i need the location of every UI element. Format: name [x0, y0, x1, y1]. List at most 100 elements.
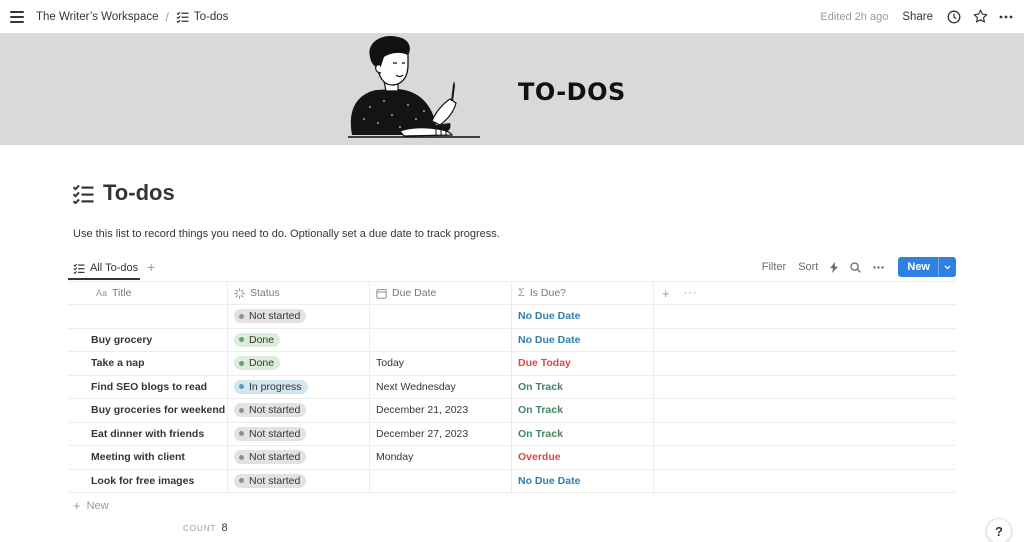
table-row[interactable]: Meeting with client Not started Monday Over… — [68, 446, 956, 470]
chevron-down-icon[interactable] — [938, 257, 956, 277]
table-row[interactable]: Eat dinner with friends Not started Decemb… — [68, 422, 956, 446]
more-icon[interactable] — [873, 265, 885, 269]
edited-timestamp: Edited 2h ago — [820, 10, 889, 23]
new-row-label: New — [86, 499, 109, 512]
status-badge[interactable]: Not started — [234, 309, 307, 324]
sort-button[interactable]: Sort — [798, 261, 818, 273]
status-dot — [239, 313, 244, 319]
cell-status[interactable]: Not started — [227, 422, 369, 445]
page-title[interactable]: To-dos — [103, 180, 175, 206]
status-badge[interactable]: Done — [234, 332, 281, 347]
lightning-icon[interactable] — [830, 261, 839, 273]
cell-title[interactable]: Buy grocery — [68, 329, 227, 352]
page-description[interactable]: Use this list to record things you need … — [73, 228, 500, 240]
filter-button[interactable]: Filter — [762, 261, 786, 273]
table-row[interactable]: Take a nap Done Today Due Today — [68, 352, 956, 376]
cell-is-due: Due Today — [511, 352, 653, 375]
cell-status[interactable]: Not started — [227, 399, 369, 422]
tab-label: All To-dos — [90, 262, 139, 274]
cell-title[interactable]: Buy groceries for weekend — [68, 399, 227, 422]
cell-is-due: On Track — [511, 375, 653, 398]
cell-empty — [653, 399, 956, 422]
checklist-icon[interactable] — [72, 184, 94, 204]
table-header: Aa Title Status Due Date Σ Is Due? + ··· — [68, 281, 956, 305]
cell-status[interactable]: Not started — [227, 305, 369, 328]
new-button[interactable]: New — [898, 257, 956, 277]
add-column-button[interactable]: + — [662, 286, 670, 301]
more-icon[interactable] — [998, 9, 1014, 25]
cell-status[interactable]: Not started — [227, 446, 369, 469]
table-body: Not started No Due Date Buy grocery Done No … — [68, 305, 956, 493]
star-icon[interactable] — [972, 9, 988, 25]
cell-is-due: On Track — [511, 422, 653, 445]
cell-empty — [653, 305, 956, 328]
status-dot — [239, 407, 244, 413]
cell-title[interactable]: Meeting with client — [68, 446, 227, 469]
table-row[interactable]: Buy grocery Done No Due Date — [68, 328, 956, 352]
top-bar: The Writer’s Workspace / To-dos Edited 2… — [0, 0, 1024, 33]
column-header-is-due[interactable]: Σ Is Due? — [511, 282, 653, 304]
column-header-status[interactable]: Status — [227, 282, 369, 304]
cell-status[interactable]: Done — [227, 352, 369, 375]
table-row[interactable]: Not started No Due Date — [68, 305, 956, 329]
cell-is-due: On Track — [511, 399, 653, 422]
status-dot — [239, 431, 244, 437]
column-header-title[interactable]: Aa Title — [68, 282, 227, 304]
table-row[interactable]: Look for free images Not started No Due Da… — [68, 469, 956, 493]
table-row[interactable]: Buy groceries for weekend Not started Dece… — [68, 399, 956, 423]
cell-title[interactable]: Take a nap — [68, 352, 227, 375]
cell-empty — [653, 446, 956, 469]
column-header-due-date[interactable]: Due Date — [369, 282, 511, 304]
more-icon[interactable]: ··· — [684, 287, 698, 299]
status-badge[interactable]: Not started — [234, 450, 307, 465]
cell-is-due: No Due Date — [511, 328, 653, 351]
cell-is-due: Overdue — [511, 446, 653, 469]
cell-status[interactable]: Done — [227, 328, 369, 351]
cell-status[interactable]: Not started — [227, 469, 369, 492]
new-row-button[interactable]: + New — [73, 498, 109, 513]
status-badge[interactable]: Not started — [234, 403, 307, 418]
tab-all-todos[interactable]: All To-dos — [73, 256, 138, 280]
cell-due-date[interactable] — [369, 328, 511, 351]
cell-due-date[interactable] — [369, 305, 511, 328]
table-row[interactable]: Find SEO blogs to read In progress Next We… — [68, 375, 956, 399]
help-button[interactable]: ? — [986, 518, 1012, 542]
cell-title[interactable]: Eat dinner with friends — [68, 423, 227, 446]
clock-icon[interactable] — [946, 9, 962, 25]
count-summary[interactable]: COUNT 8 — [183, 522, 228, 534]
cell-due-date[interactable]: December 27, 2023 — [369, 422, 511, 445]
search-icon[interactable] — [850, 261, 862, 273]
cell-due-date[interactable]: Today — [369, 352, 511, 375]
breadcrumb-page[interactable]: To-dos — [194, 11, 229, 23]
menu-icon[interactable] — [10, 10, 24, 23]
status-badge[interactable]: Done — [234, 356, 281, 371]
share-button[interactable]: Share — [902, 11, 933, 23]
text-type-icon: Aa — [96, 288, 108, 298]
calendar-icon — [376, 288, 387, 299]
cell-title[interactable]: Find SEO blogs to read — [68, 376, 227, 399]
breadcrumb-workspace[interactable]: The Writer’s Workspace — [36, 11, 159, 23]
cell-title[interactable]: Look for free images — [68, 470, 227, 493]
cell-due-date[interactable] — [369, 469, 511, 492]
new-button-label: New — [907, 261, 930, 273]
cell-due-date[interactable]: December 21, 2023 — [369, 399, 511, 422]
status-dot — [239, 454, 244, 460]
cell-is-due: No Due Date — [511, 469, 653, 492]
add-view-button[interactable]: + — [147, 259, 155, 275]
status-badge[interactable]: Not started — [234, 426, 307, 441]
cover-title: TO-DOS — [518, 78, 626, 106]
column-header-actions: + ··· — [653, 282, 956, 304]
status-badge[interactable]: In progress — [234, 379, 308, 394]
cell-is-due: No Due Date — [511, 305, 653, 328]
checklist-icon — [73, 263, 85, 274]
cell-empty — [653, 328, 956, 351]
status-spinner-icon — [234, 287, 245, 299]
active-tab-indicator — [68, 278, 140, 280]
status-badge[interactable]: Not started — [234, 473, 307, 488]
status-dot — [239, 337, 244, 343]
breadcrumb-separator: / — [165, 9, 169, 24]
cell-title[interactable] — [68, 305, 227, 328]
cell-status[interactable]: In progress — [227, 375, 369, 398]
cell-due-date[interactable]: Monday — [369, 446, 511, 469]
cell-due-date[interactable]: Next Wednesday — [369, 375, 511, 398]
